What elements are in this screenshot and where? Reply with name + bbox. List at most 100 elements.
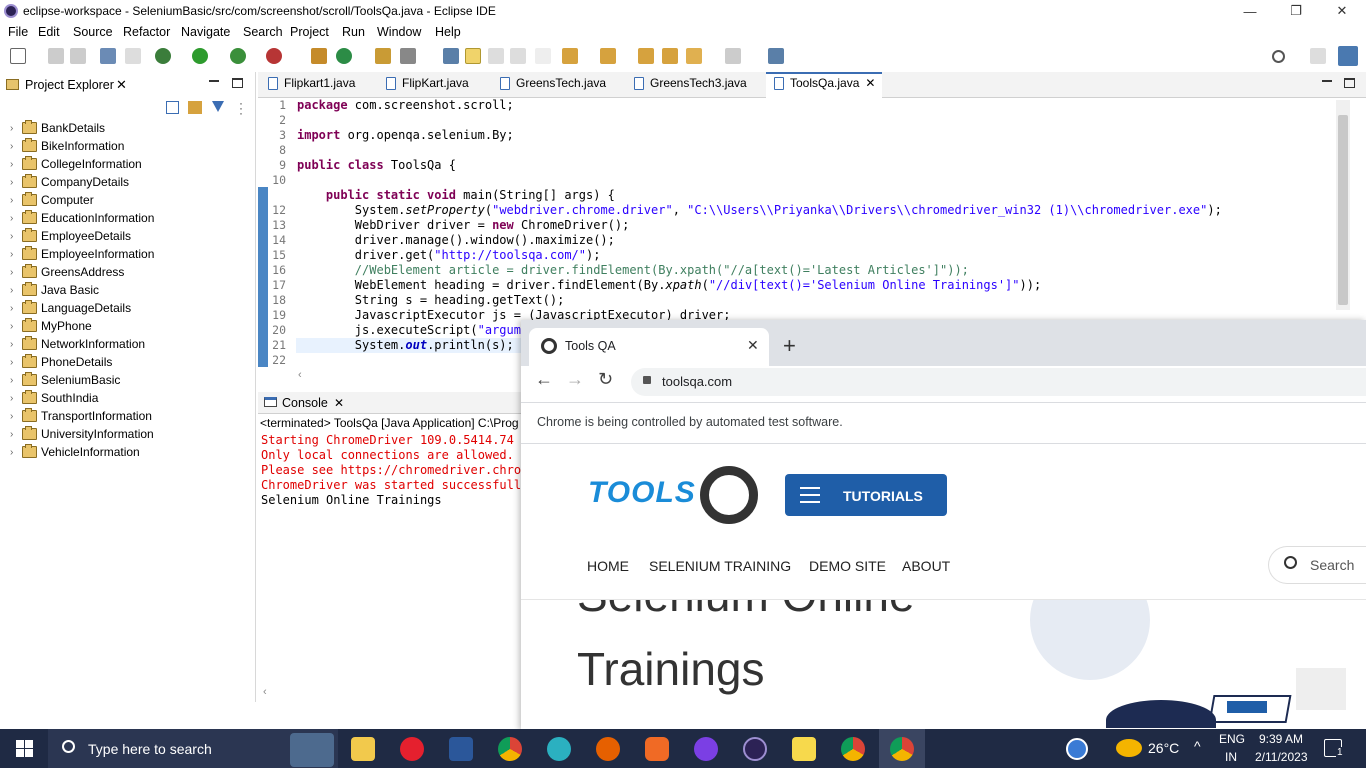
close-icon[interactable]: ✕: [334, 396, 344, 410]
address-bar[interactable]: [631, 368, 1366, 396]
project-item[interactable]: › LanguageDetails: [10, 299, 131, 317]
nav-demo-site[interactable]: DEMO SITE: [809, 558, 886, 574]
coverage-icon[interactable]: [230, 48, 246, 64]
project-item[interactable]: › BankDetails: [10, 119, 105, 137]
close-icon[interactable]: ✕: [865, 76, 875, 90]
toolsqa-logo-text[interactable]: TOOLS: [588, 476, 696, 510]
terminal-icon[interactable]: [100, 48, 116, 64]
open-type-icon[interactable]: [375, 48, 391, 64]
project-item[interactable]: › EmployeeDetails: [10, 227, 131, 245]
project-item[interactable]: › BikeInformation: [10, 137, 124, 155]
pin-editor-icon[interactable]: [768, 48, 784, 64]
scroll-left-icon[interactable]: ‹: [298, 369, 302, 381]
menu-source[interactable]: Source: [73, 25, 113, 39]
sticky-notes-icon[interactable]: [792, 737, 816, 761]
menu-navigate[interactable]: Navigate: [181, 25, 230, 39]
windows-start-icon[interactable]: [16, 740, 33, 757]
nav-home[interactable]: HOME: [587, 558, 629, 574]
project-explorer-title[interactable]: Project Explorer: [25, 78, 114, 92]
project-item[interactable]: › SeleniumBasic: [10, 371, 120, 389]
minimize-view-icon[interactable]: [209, 80, 219, 82]
menu-edit[interactable]: Edit: [38, 25, 60, 39]
help-icon[interactable]: [1066, 738, 1088, 760]
minimize-editor-icon[interactable]: [1322, 80, 1332, 82]
back-icon[interactable]: [686, 48, 702, 64]
menu-run[interactable]: Run: [342, 25, 365, 39]
search-tool-icon[interactable]: [400, 48, 416, 64]
brave-icon[interactable]: [645, 737, 669, 761]
weather-icon[interactable]: [1116, 739, 1142, 757]
open-perspective-icon[interactable]: [1310, 48, 1326, 64]
scroll-left-icon[interactable]: ‹: [263, 686, 267, 698]
close-icon[interactable]: ✕: [116, 77, 127, 93]
project-item[interactable]: › PhoneDetails: [10, 353, 112, 371]
last-edit-icon[interactable]: [638, 48, 654, 64]
tab-greenstech3[interactable]: GreensTech3.java: [634, 76, 747, 90]
url-text[interactable]: toolsqa.com: [662, 374, 732, 389]
project-item[interactable]: › VehicleInformation: [10, 443, 140, 461]
editor-scroll-thumb[interactable]: [1338, 115, 1348, 305]
file-explorer-icon[interactable]: [351, 737, 375, 761]
tab-flipkart[interactable]: FlipKart.java: [386, 76, 469, 90]
language-region[interactable]: IN: [1225, 750, 1237, 764]
save-all-icon[interactable]: [70, 48, 86, 64]
clock-time[interactable]: 9:39 AM: [1259, 732, 1303, 746]
project-item[interactable]: › UniversityInformation: [10, 425, 154, 443]
maximize-editor-icon[interactable]: [1344, 78, 1355, 88]
edge-icon[interactable]: [547, 737, 571, 761]
nav-selenium-training[interactable]: SELENIUM TRAINING: [649, 558, 791, 574]
close-icon[interactable]: ✕: [747, 337, 759, 354]
lock-icon[interactable]: [643, 376, 651, 384]
next-edit-icon[interactable]: [562, 48, 578, 64]
infinity-app-icon[interactable]: [694, 737, 718, 761]
project-item[interactable]: › CollegeInformation: [10, 155, 142, 173]
console-title[interactable]: Console: [282, 396, 328, 410]
project-item[interactable]: › SouthIndia: [10, 389, 98, 407]
new-class-icon[interactable]: [336, 48, 352, 64]
project-item[interactable]: › Java Basic: [10, 281, 99, 299]
new-java-project-icon[interactable]: [311, 48, 327, 64]
menu-help[interactable]: Help: [435, 25, 461, 39]
skip-breakpoints-icon[interactable]: [125, 48, 141, 64]
gear-logo-icon[interactable]: [700, 466, 758, 524]
menu-search[interactable]: Search: [243, 25, 283, 39]
forward-icon[interactable]: [725, 48, 741, 64]
run-icon[interactable]: [192, 48, 208, 64]
new-tab-icon[interactable]: +: [783, 333, 796, 359]
new-file-icon[interactable]: [10, 48, 26, 64]
language-code[interactable]: ENG: [1219, 732, 1245, 746]
forward-edit-icon[interactable]: [662, 48, 678, 64]
close-button[interactable]: ✕: [1319, 0, 1365, 22]
menu-project[interactable]: Project: [290, 25, 329, 39]
opera-icon[interactable]: [400, 737, 424, 761]
debug-icon[interactable]: [155, 48, 171, 64]
chevron-up-icon[interactable]: ^: [1194, 738, 1201, 754]
project-item[interactable]: › CompanyDetails: [10, 173, 129, 191]
forward-icon[interactable]: →: [566, 369, 584, 390]
filter-icon[interactable]: [212, 101, 224, 112]
reload-icon[interactable]: ↻: [598, 369, 613, 390]
menu-window[interactable]: Window: [377, 25, 421, 39]
search-icon[interactable]: [1272, 50, 1285, 63]
menu-file[interactable]: File: [8, 25, 28, 39]
mark-occurrences-icon[interactable]: [465, 48, 481, 64]
menu-refactor[interactable]: Refactor: [123, 25, 170, 39]
clock-date[interactable]: 2/11/2023: [1255, 750, 1308, 764]
block-selection-icon[interactable]: [510, 48, 526, 64]
project-item[interactable]: › EmployeeInformation: [10, 245, 154, 263]
link-editor-icon[interactable]: [188, 101, 202, 114]
weather-temp[interactable]: 26°C: [1148, 740, 1179, 756]
tab-toolsqa[interactable]: ToolsQa.java ✕: [774, 76, 875, 90]
project-item[interactable]: › EducationInformation: [10, 209, 154, 227]
project-item[interactable]: › NetworkInformation: [10, 335, 145, 353]
taskbar-search-placeholder[interactable]: Type here to search: [88, 741, 212, 757]
word-icon[interactable]: [449, 737, 473, 761]
tab-flipkart1[interactable]: Flipkart1.java: [268, 76, 355, 90]
tab-greenstech[interactable]: GreensTech.java: [500, 76, 606, 90]
project-item[interactable]: › Computer: [10, 191, 94, 209]
word-wrap-icon[interactable]: [488, 48, 504, 64]
maximize-view-icon[interactable]: [232, 78, 243, 88]
next-annotation-icon[interactable]: [443, 48, 459, 64]
nav-about[interactable]: ABOUT: [902, 558, 950, 574]
java-perspective-icon[interactable]: [1338, 46, 1358, 66]
